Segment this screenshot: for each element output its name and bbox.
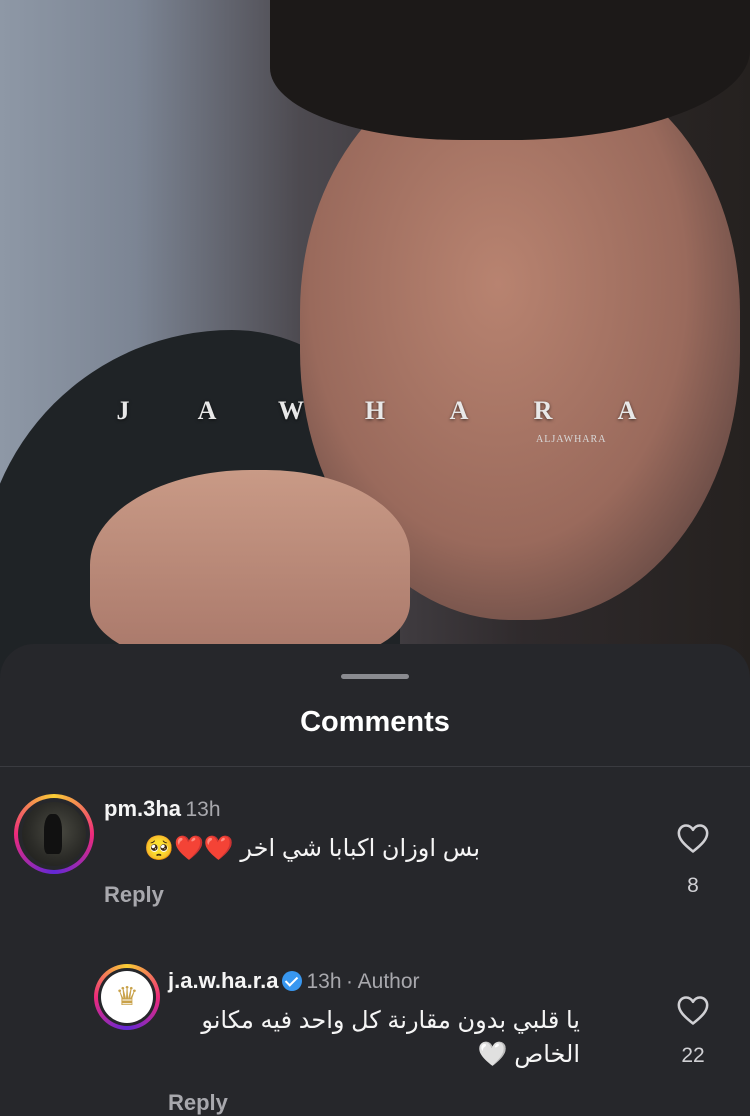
watermark-letter: A (449, 396, 469, 425)
comments-sheet: Comments pm.3ha 13h بس اوزان اكبابا شي ا… (0, 644, 750, 1116)
comment-time: 13h (185, 798, 221, 821)
watermark-letter: R (533, 396, 553, 425)
watermark-letter: J (116, 396, 130, 425)
avatar: ♛ (101, 971, 153, 1023)
video-frame-hand (90, 470, 410, 660)
watermark-letter: A (617, 396, 637, 425)
video-watermark: JAWHARA (0, 396, 750, 426)
like-count: 22 (681, 1044, 705, 1067)
reply-button[interactable]: Reply (104, 882, 164, 908)
comment-text-line: الخاص 🤍 (477, 1041, 580, 1068)
comment-header: pm.3ha 13h (104, 796, 221, 822)
divider (0, 766, 750, 767)
heart-outline-icon[interactable] (676, 822, 710, 854)
heart-outline-icon[interactable] (676, 994, 710, 1026)
comment-text: يا قلبي بدون مقارنة كل واحد فيه مكانو ال… (160, 1004, 580, 1072)
comment-username[interactable]: j.a.w.ha.r.a (168, 968, 278, 993)
watermark-letter: H (364, 396, 386, 425)
like-count: 8 (687, 874, 699, 897)
video-player[interactable]: J A W H A R A ALJAWHARA (0, 0, 750, 700)
avatar-story-ring[interactable]: ♛ (94, 964, 160, 1030)
author-label: · Author (345, 970, 420, 993)
watermark-letter: W (278, 396, 304, 425)
video-watermark-sub: ALJAWHARA (536, 434, 607, 445)
sheet-title: Comments (300, 706, 450, 738)
watermark-letter: A (197, 396, 217, 425)
comment-time: 13h (306, 970, 342, 993)
reply-button[interactable]: Reply (168, 1090, 228, 1116)
comment-text: بس اوزان اكبابا شي اخر ❤️❤️🥺 (144, 835, 480, 862)
comment-text-line: يا قلبي بدون مقارنة كل واحد فيه مكانو (201, 1007, 580, 1034)
sheet-grabber-handle[interactable] (341, 674, 409, 679)
comment-header: j.a.w.ha.r.a 13h · Author (168, 968, 420, 994)
avatar (22, 802, 86, 866)
verified-badge-icon (282, 971, 303, 991)
video-frame-hair (270, 0, 750, 140)
comment-username[interactable]: pm.3ha (104, 796, 181, 821)
